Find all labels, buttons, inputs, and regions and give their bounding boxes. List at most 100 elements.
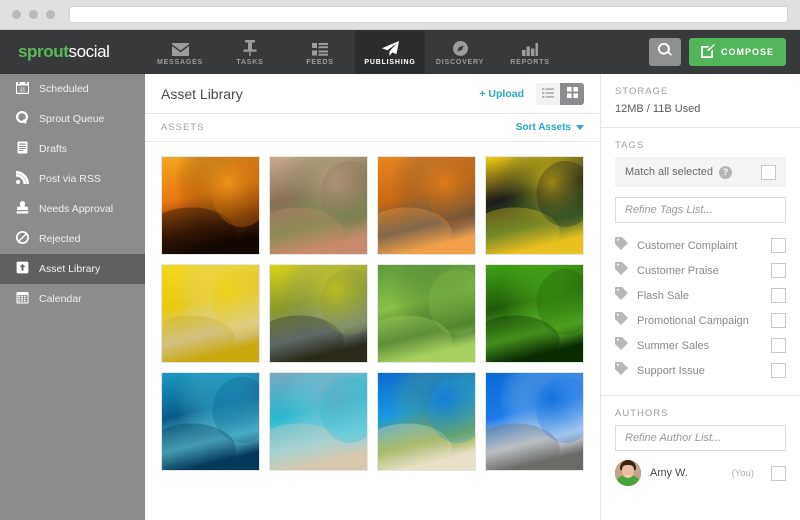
tag-checkbox[interactable] [771, 263, 786, 278]
author-row[interactable]: Amy W. (You) [615, 460, 786, 486]
queue-icon [16, 111, 29, 127]
tag-row[interactable]: Customer Complaint [615, 233, 786, 258]
sidebar-label-drafts: Drafts [39, 143, 68, 155]
tag-row[interactable]: Flash Sale [615, 283, 786, 308]
tag-row[interactable]: Support Issue [615, 358, 786, 383]
top-navigation: sprout social MESSAGES TASKS FEEDS PUBLI… [0, 30, 800, 74]
tag-label: Flash Sale [637, 289, 689, 302]
match-all-checkbox[interactable] [761, 164, 776, 180]
right-rail: STORAGE 12MB / 11B Used TAGS Match all s… [600, 74, 800, 520]
list-view-button[interactable] [536, 82, 560, 105]
calendar-icon: 31 [16, 81, 29, 97]
asset-thumbnail[interactable] [377, 264, 476, 363]
grid-view-icon [566, 85, 578, 103]
tag-checkbox[interactable] [771, 313, 786, 328]
asset-thumbnail[interactable] [269, 156, 368, 255]
sort-assets-dropdown[interactable]: Sort Assets [516, 122, 584, 133]
nav-item-tasks[interactable]: TASKS [215, 30, 285, 74]
sidebar-label-sprout-queue: Sprout Queue [39, 113, 105, 125]
nav-label-publishing: PUBLISHING [364, 58, 416, 66]
tag-label: Customer Praise [637, 264, 719, 277]
envelope-icon [171, 39, 189, 56]
tag-row[interactable]: Customer Praise [615, 258, 786, 283]
compass-icon [452, 39, 468, 56]
sidebar-item-rejected[interactable]: Rejected [0, 224, 145, 254]
tag-row[interactable]: Summer Sales [615, 333, 786, 358]
tag-icon [615, 361, 628, 380]
url-input[interactable] [69, 6, 788, 23]
sproutsocial-logo[interactable]: sprout social [0, 30, 145, 74]
sidebar-item-drafts[interactable]: Drafts [0, 134, 145, 164]
sidebar-item-post-via-rss[interactable]: Post via RSS [0, 164, 145, 194]
nav-item-discovery[interactable]: DISCOVERY [425, 30, 495, 74]
nav-item-publishing[interactable]: PUBLISHING [355, 30, 425, 74]
nav-item-feeds[interactable]: FEEDS [285, 30, 355, 74]
asset-thumbnail[interactable] [161, 372, 260, 471]
nav-actions: COMPOSE [648, 30, 800, 74]
main-panel: Asset Library + Upload ASSETS Sort Asset… [145, 74, 600, 520]
browser-chrome [0, 0, 800, 30]
grid-view-button[interactable] [560, 82, 584, 105]
sidebar-label-scheduled: Scheduled [39, 83, 89, 95]
asset-thumbnail[interactable] [161, 264, 260, 363]
nav-item-reports[interactable]: REPORTS [495, 30, 565, 74]
window-close-dot[interactable] [12, 10, 21, 19]
calendar-grid-icon [16, 291, 29, 307]
sidebar-item-calendar[interactable]: Calendar [0, 284, 145, 314]
sidebar-label-needs-approval: Needs Approval [39, 203, 114, 215]
search-button[interactable] [648, 38, 681, 66]
asset-thumbnail[interactable] [485, 372, 584, 471]
refine-tags-input[interactable] [615, 197, 786, 223]
tag-icon [615, 261, 628, 280]
match-all-selected-row[interactable]: Match all selected ? [615, 157, 786, 187]
asset-thumbnail[interactable] [161, 156, 260, 255]
nav-label-feeds: FEEDS [306, 58, 334, 66]
nav-label-messages: MESSAGES [156, 58, 204, 66]
tag-checkbox[interactable] [771, 288, 786, 303]
author-name: Amy W. [650, 467, 688, 479]
no-entry-icon [16, 231, 29, 247]
window-minimize-dot[interactable] [29, 10, 38, 19]
main-header-actions: + Upload [479, 82, 584, 105]
nav-item-messages[interactable]: MESSAGES [145, 30, 215, 74]
tags-title: TAGS [615, 140, 645, 151]
tag-checkbox[interactable] [771, 338, 786, 353]
compose-button[interactable]: COMPOSE [688, 38, 786, 66]
sidebar-item-asset-library[interactable]: Asset Library [0, 254, 145, 284]
window-controls [12, 10, 55, 19]
window-maximize-dot[interactable] [46, 10, 55, 19]
nav-label-reports: REPORTS [510, 58, 550, 66]
rss-icon [16, 171, 29, 187]
tag-list: Customer Complaint Customer Praise Flash S… [615, 233, 786, 383]
tag-checkbox[interactable] [771, 363, 786, 378]
tag-label: Customer Complaint [637, 239, 738, 252]
asset-thumbnail[interactable] [269, 372, 368, 471]
sidebar-item-scheduled[interactable]: 31 Scheduled [0, 74, 145, 104]
tag-icon [615, 311, 628, 330]
tag-row[interactable]: Promotional Campaign [615, 308, 786, 333]
logo-social: social [68, 42, 110, 61]
authors-section: AUTHORS Amy W. (You) [601, 396, 800, 498]
help-icon[interactable]: ? [719, 165, 733, 179]
asset-thumbnail[interactable] [269, 264, 368, 363]
sidebar-item-sprout-queue[interactable]: Sprout Queue [0, 104, 145, 134]
asset-thumbnail[interactable] [485, 264, 584, 363]
asset-thumbnail[interactable] [377, 372, 476, 471]
asset-grid [145, 142, 600, 485]
bar-chart-icon [522, 39, 538, 56]
tag-checkbox[interactable] [771, 238, 786, 253]
refine-author-input[interactable] [615, 425, 786, 451]
sidebar-item-needs-approval[interactable]: Needs Approval [0, 194, 145, 224]
match-all-label: Match all selected [625, 166, 714, 178]
tag-icon [615, 236, 628, 255]
compose-pencil-icon [700, 44, 715, 60]
assets-bar: ASSETS Sort Assets [145, 114, 600, 142]
upload-button[interactable]: + Upload [479, 88, 524, 100]
sidebar-label-calendar: Calendar [39, 293, 82, 305]
tag-label: Promotional Campaign [637, 314, 749, 327]
authors-title: AUTHORS [615, 408, 669, 419]
author-checkbox[interactable] [771, 465, 786, 481]
asset-thumbnail[interactable] [485, 156, 584, 255]
sidebar: 31 Scheduled Sprout Queue Drafts Post vi… [0, 74, 145, 520]
asset-thumbnail[interactable] [377, 156, 476, 255]
